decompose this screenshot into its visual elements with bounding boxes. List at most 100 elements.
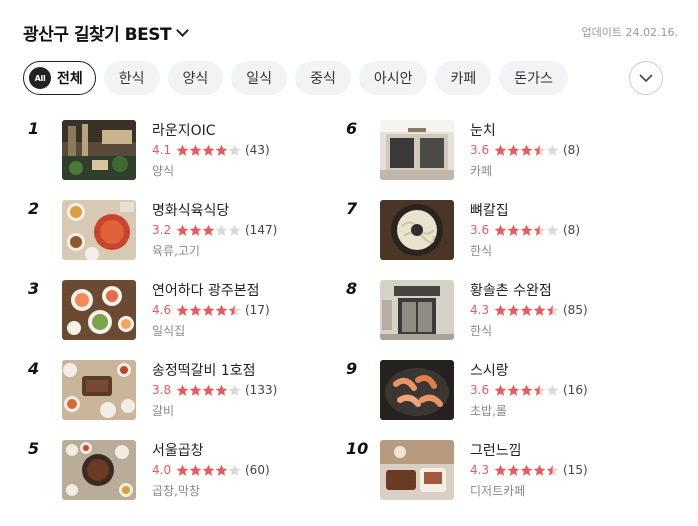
review-count: (8)	[563, 223, 580, 237]
restaurant-name[interactable]: 명화식육식당	[152, 200, 229, 220]
restaurant-name[interactable]: 눈치	[470, 120, 496, 140]
rating-row: 3.8 (133)	[152, 383, 277, 397]
star-rating	[176, 224, 241, 237]
star-icon	[202, 384, 215, 396]
restaurant-thumbnail[interactable]	[380, 280, 454, 340]
ranking-item[interactable]: 10 그런느낌 4.3 (15) 디저트카페	[346, 439, 666, 501]
restaurant-name[interactable]: 뼈칼집	[470, 200, 509, 220]
restaurant-name[interactable]: 송정떡갈비 1호점	[152, 360, 256, 380]
rating-score: 4.3	[470, 463, 490, 477]
ranking-item[interactable]: 4 송정떡갈비 1호점 3.8 (133) 갈비	[28, 359, 348, 421]
star-icon	[546, 304, 559, 316]
star-rating	[176, 144, 241, 157]
restaurant-thumbnail[interactable]	[380, 360, 454, 420]
restaurant-thumbnail[interactable]	[62, 120, 136, 180]
star-icon	[215, 464, 228, 476]
star-icon	[520, 224, 533, 236]
rating-row: 4.3 (15)	[470, 463, 588, 477]
star-icon	[520, 144, 533, 156]
rating-score: 3.8	[152, 383, 172, 397]
star-icon	[189, 304, 202, 316]
star-icon	[202, 224, 215, 236]
star-icon	[507, 304, 520, 316]
star-icon	[215, 304, 228, 316]
star-rating	[176, 304, 241, 317]
chip-all[interactable]: All 전체	[23, 61, 96, 95]
star-rating	[494, 224, 559, 237]
star-icon	[228, 144, 241, 156]
rating-score: 3.6	[470, 223, 490, 237]
rank-number: 1	[28, 119, 40, 138]
star-icon	[494, 384, 507, 396]
ranking-item[interactable]: 1 라운지OIC 4.1 (43) 양식	[28, 119, 348, 181]
restaurant-name[interactable]: 스시랑	[470, 360, 509, 380]
chevron-down-icon	[639, 73, 653, 82]
chip-chinese[interactable]: 중식	[295, 61, 351, 95]
chip-japanese[interactable]: 일식	[231, 61, 288, 95]
ranking-item[interactable]: 5 서울곱창 4.0 (60) 곱창,막창	[28, 439, 348, 501]
restaurant-name[interactable]: 그런느낌	[470, 440, 522, 460]
updated-date: 업데이트 24.02.16.	[581, 26, 678, 39]
restaurant-thumbnail[interactable]	[380, 440, 454, 500]
star-rating	[494, 144, 559, 157]
restaurant-thumbnail[interactable]	[380, 200, 454, 260]
star-icon	[533, 304, 546, 316]
ranking-item[interactable]: 6 눈치 3.6 (8) 카페	[346, 119, 666, 181]
restaurant-thumbnail[interactable]	[62, 280, 136, 340]
restaurant-name[interactable]: 서울곱창	[152, 440, 204, 460]
more-categories-button[interactable]	[629, 61, 663, 95]
chip-asian[interactable]: 아시안	[358, 61, 428, 95]
review-count: (147)	[245, 223, 278, 237]
restaurant-name[interactable]: 라운지OIC	[152, 120, 216, 140]
chip-cafe[interactable]: 카페	[435, 61, 492, 95]
category-filter-bar: All 전체 한식 양식 일식 중식 아시안 카페 돈가스	[23, 61, 568, 95]
restaurant-category: 양식	[152, 164, 175, 178]
restaurant-name[interactable]: 연어하다 광주본점	[152, 280, 260, 300]
star-icon	[546, 144, 559, 156]
star-rating	[176, 384, 241, 397]
rating-row: 4.1 (43)	[152, 143, 270, 157]
rating-score: 4.1	[152, 143, 172, 157]
restaurant-name[interactable]: 황솔촌 수완점	[470, 280, 552, 300]
restaurant-category: 초밥,롤	[470, 404, 507, 418]
chip-donkatsu[interactable]: 돈가스	[499, 61, 568, 95]
chip-western[interactable]: 양식	[167, 61, 224, 95]
star-rating	[494, 464, 559, 477]
star-icon	[228, 224, 241, 236]
star-icon	[494, 224, 507, 236]
ranking-item[interactable]: 9 스시랑 3.6 (16) 초밥,롤	[346, 359, 666, 421]
rating-row: 3.6 (8)	[470, 143, 580, 157]
rating-row: 4.6 (17)	[152, 303, 270, 317]
star-icon	[533, 384, 546, 396]
header: 광산구 길찾기 BEST 업데이트 24.02.16.	[23, 18, 678, 48]
review-count: (15)	[563, 463, 588, 477]
star-rating	[494, 304, 559, 317]
rank-number: 7	[346, 199, 358, 218]
restaurant-thumbnail[interactable]	[62, 440, 136, 500]
star-icon	[533, 224, 546, 236]
star-icon	[546, 464, 559, 476]
star-icon	[189, 144, 202, 156]
star-rating	[176, 464, 241, 477]
star-icon	[176, 384, 189, 396]
restaurant-thumbnail[interactable]	[62, 200, 136, 260]
rating-score: 3.6	[470, 143, 490, 157]
rating-score: 4.0	[152, 463, 172, 477]
ranking-item[interactable]: 8 황솔촌 수완점 4.3 (85) 한식	[346, 279, 666, 341]
star-icon	[494, 304, 507, 316]
ranking-item[interactable]: 2 명화식육식당 3.2 (147) 육류,고기	[28, 199, 348, 261]
chip-korean[interactable]: 한식	[103, 61, 160, 95]
restaurant-thumbnail[interactable]	[62, 360, 136, 420]
star-icon	[228, 384, 241, 396]
star-icon	[215, 384, 228, 396]
star-icon	[507, 464, 520, 476]
restaurant-thumbnail[interactable]	[380, 120, 454, 180]
star-icon	[546, 384, 559, 396]
ranking-title-dropdown[interactable]: 광산구 길찾기 BEST	[23, 20, 189, 45]
restaurant-category: 카페	[470, 164, 493, 178]
restaurant-category: 한식	[470, 244, 493, 258]
star-icon	[176, 464, 189, 476]
ranking-item[interactable]: 3 연어하다 광주본점 4.6 (17) 일식집	[28, 279, 348, 341]
ranking-item[interactable]: 7 뼈칼집 3.6 (8) 한식	[346, 199, 666, 261]
rank-number: 10	[346, 439, 369, 458]
